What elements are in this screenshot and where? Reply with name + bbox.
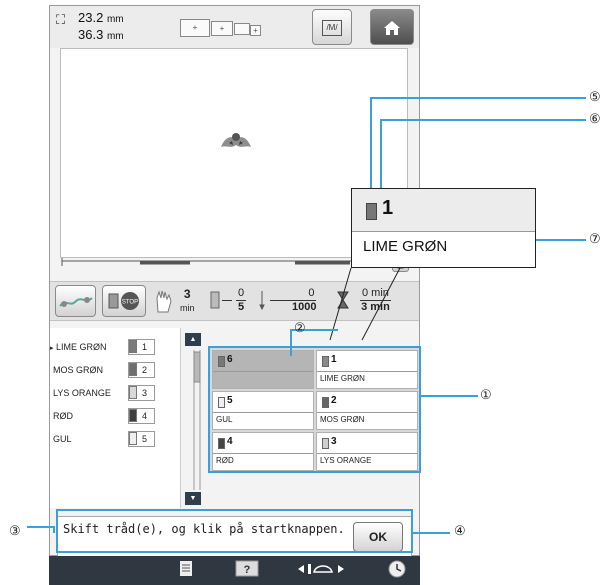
callout-7: ⑦: [589, 231, 601, 246]
callout-2: ②: [294, 320, 306, 335]
zoom-color-name: LIME GRØN: [363, 238, 448, 255]
zoom-spool-icon: [366, 203, 377, 220]
zoom-needle-number: 1: [382, 197, 394, 219]
callout-1: ①: [480, 387, 492, 402]
callout-lines: [27, 97, 586, 553]
callout-6: ⑥: [589, 111, 601, 126]
zoom-header: 1: [352, 189, 535, 232]
callout-4: ④: [454, 523, 466, 538]
needle-detail-zoom: 1 LIME GRØN: [351, 188, 536, 268]
callout-5: ⑤: [589, 89, 601, 104]
callout-3: ③: [9, 523, 21, 538]
